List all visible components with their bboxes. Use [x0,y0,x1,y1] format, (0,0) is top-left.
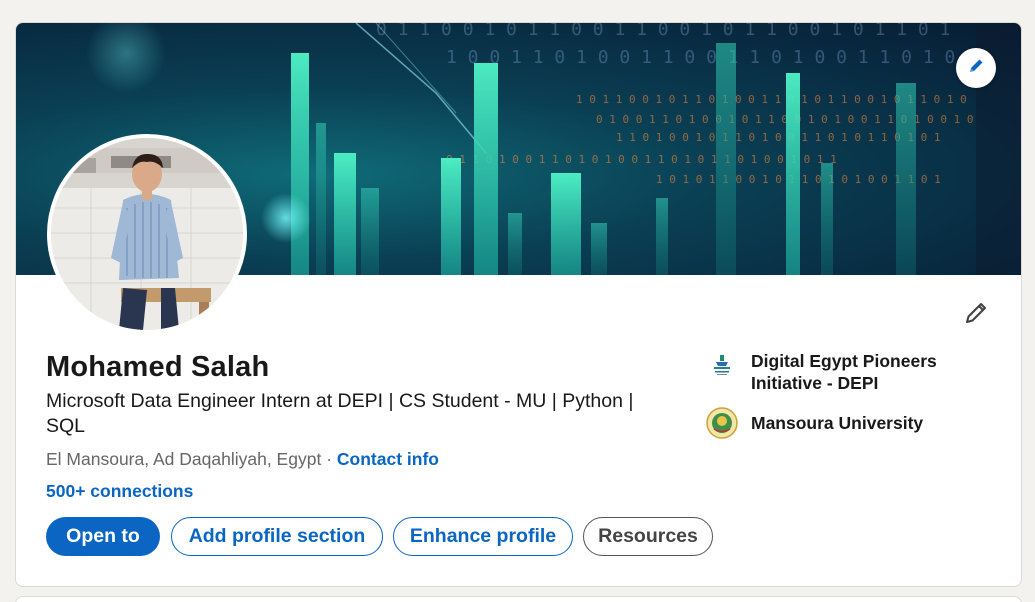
location-row: El Mansoura, Ad Daqahliyah, Egypt · Cont… [46,449,439,470]
connections-link[interactable]: 500+ connections [46,481,193,502]
profile-photo[interactable] [47,134,247,334]
add-profile-section-button[interactable]: Add profile section [171,517,383,556]
next-section-card [15,596,1022,602]
affiliation-label: Mansoura University [751,413,924,433]
separator-dot: · [326,449,333,469]
svg-text:0 1 1 0 0 1 0 1 1 0 0 1 1 0 0: 0 1 1 0 0 1 0 1 1 0 0 1 1 0 0 1 0 1 1 0 … [376,23,950,40]
profile-headline: Microsoft Data Engineer Intern at DEPI |… [46,390,634,437]
edit-intro-button[interactable] [960,299,992,331]
affiliation-depi[interactable]: Digital Egypt Pioneers Initiative - DEPI [706,350,951,394]
pencil-icon [967,57,985,80]
mansoura-university-logo [706,407,738,439]
resources-button[interactable]: Resources [583,517,713,556]
edit-banner-button[interactable] [956,48,996,88]
svg-text:0 1 0 0 1 1 0 1 0 0 1 0 1 1 0: 0 1 0 0 1 1 0 1 0 0 1 0 1 1 0 0 1 0 1 0 … [596,113,974,126]
enhance-profile-button[interactable]: Enhance profile [393,517,573,556]
contact-info-link[interactable]: Contact info [337,449,439,469]
location-text: El Mansoura, Ad Daqahliyah, Egypt [46,449,322,469]
affiliation-mansoura[interactable]: Mansoura University [706,407,951,439]
profile-name: Mohamed Salah [46,351,270,383]
depi-logo [706,350,738,382]
open-to-button[interactable]: Open to [46,517,160,556]
profile-top-card: 1 0 1 1 0 0 1 0 1 1 0 1 0 0 1 1 0 1 0 1 … [15,22,1022,587]
svg-text:0 1 1 0 1 0 0 1 1 0 1 0 1 0 0: 0 1 1 0 1 0 0 1 1 0 1 0 1 0 0 1 1 0 1 0 … [446,153,837,166]
svg-text:1 1 0 1 0 0 1 0 1 1 0 1 0 0 1: 1 1 0 1 0 0 1 0 1 1 0 1 0 0 1 1 0 1 0 1 … [616,131,941,144]
pencil-icon [963,300,989,331]
svg-text:1 0 0 1 1 0 1 0 0 1 1 0 0 1 1: 1 0 0 1 1 0 1 0 0 1 1 0 0 1 1 0 1 0 0 1 … [446,47,955,68]
affiliation-label: Digital Egypt Pioneers Initiative - DEPI [751,351,937,393]
